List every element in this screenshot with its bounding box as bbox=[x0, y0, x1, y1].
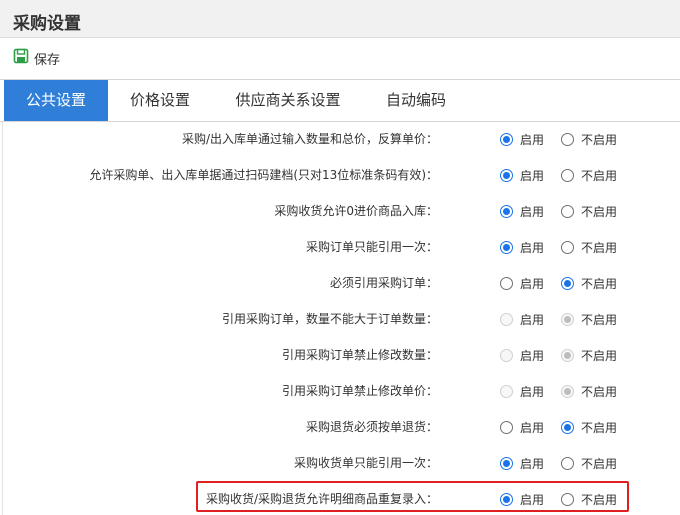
enable-radio[interactable] bbox=[500, 276, 513, 290]
disable-radio-label: 不启用 bbox=[581, 384, 618, 399]
enable-radio-label: 启用 bbox=[520, 348, 545, 363]
disable-radio-option: 不启用 bbox=[561, 311, 617, 327]
setting-label: 引用采购订单禁止修改单价： bbox=[281, 384, 438, 398]
disable-radio-option[interactable]: 不启用 bbox=[561, 203, 617, 219]
enable-radio-option[interactable]: 启用 bbox=[500, 239, 544, 255]
tab-common-settings[interactable]: 公共设置 bbox=[4, 80, 108, 121]
disable-radio-option[interactable]: 不启用 bbox=[561, 239, 617, 255]
disable-radio-option[interactable]: 不启用 bbox=[561, 419, 617, 435]
setting-row: 必须引用采购订单： 启用 不启用 bbox=[0, 265, 680, 301]
enable-radio-label: 启用 bbox=[520, 384, 545, 399]
disable-radio[interactable] bbox=[561, 276, 574, 290]
disable-radio-option: 不启用 bbox=[561, 383, 617, 399]
disable-radio[interactable] bbox=[561, 168, 574, 182]
setting-label: 采购收货允许0进价商品入库： bbox=[274, 204, 438, 218]
disable-radio-option[interactable]: 不启用 bbox=[561, 275, 617, 291]
tab-price-settings[interactable]: 价格设置 bbox=[110, 80, 210, 121]
enable-radio-label: 启用 bbox=[520, 132, 545, 147]
highlight-box bbox=[196, 481, 629, 512]
enable-radio bbox=[500, 348, 513, 362]
disable-radio[interactable] bbox=[561, 204, 574, 218]
page-title: 采购设置 bbox=[13, 14, 81, 34]
tab-auto-coding[interactable]: 自动编码 bbox=[366, 80, 466, 121]
disable-radio bbox=[561, 348, 574, 362]
enable-radio[interactable] bbox=[500, 204, 513, 218]
tab-supplier-relation-settings[interactable]: 供应商关系设置 bbox=[214, 80, 362, 121]
disable-radio[interactable] bbox=[561, 456, 574, 470]
enable-radio-option: 启用 bbox=[500, 347, 544, 363]
enable-radio-label: 启用 bbox=[520, 276, 545, 291]
save-button[interactable]: 保存 bbox=[13, 47, 60, 69]
setting-row: 采购收货单只能引用一次： 启用 不启用 bbox=[0, 445, 680, 481]
setting-label: 允许采购单、出入库单据通过扫码建档(只对13位标准条码有效)： bbox=[89, 168, 438, 182]
save-button-label: 保存 bbox=[34, 52, 61, 68]
setting-row: 引用采购订单禁止修改单价： 启用 不启用 bbox=[0, 373, 680, 409]
tab-bar: 公共设置 价格设置 供应商关系设置 自动编码 bbox=[0, 79, 680, 122]
enable-radio-option[interactable]: 启用 bbox=[500, 275, 544, 291]
disable-radio-label: 不启用 bbox=[581, 132, 618, 147]
disable-radio-label: 不启用 bbox=[581, 456, 618, 471]
enable-radio-option[interactable]: 启用 bbox=[500, 167, 544, 183]
enable-radio bbox=[500, 384, 513, 398]
setting-label: 采购退货必须按单退货： bbox=[305, 420, 438, 434]
enable-radio-option: 启用 bbox=[500, 383, 544, 399]
disable-radio[interactable] bbox=[561, 420, 574, 434]
enable-radio-option[interactable]: 启用 bbox=[500, 131, 544, 147]
enable-radio[interactable] bbox=[500, 132, 513, 146]
enable-radio-label: 启用 bbox=[520, 456, 545, 471]
disable-radio-label: 不启用 bbox=[581, 348, 618, 363]
enable-radio-option[interactable]: 启用 bbox=[500, 455, 544, 471]
enable-radio[interactable] bbox=[500, 168, 513, 182]
disable-radio bbox=[561, 312, 574, 326]
setting-row: 采购收货允许0进价商品入库： 启用 不启用 bbox=[0, 193, 680, 229]
setting-row: 允许采购单、出入库单据通过扫码建档(只对13位标准条码有效)： 启用 不启用 bbox=[0, 157, 680, 193]
enable-radio[interactable] bbox=[500, 240, 513, 254]
save-icon bbox=[13, 48, 29, 68]
disable-radio[interactable] bbox=[561, 240, 574, 254]
setting-label: 采购/出入库单通过输入数量和总价，反算单价： bbox=[181, 132, 438, 146]
enable-radio-option[interactable]: 启用 bbox=[500, 203, 544, 219]
setting-label: 必须引用采购订单： bbox=[329, 276, 438, 290]
enable-radio-option[interactable]: 启用 bbox=[500, 419, 544, 435]
setting-label: 引用采购订单，数量不能大于订单数量： bbox=[221, 312, 438, 326]
disable-radio-option[interactable]: 不启用 bbox=[561, 167, 617, 183]
enable-radio-label: 启用 bbox=[520, 312, 545, 327]
setting-label: 引用采购订单禁止修改数量： bbox=[281, 348, 438, 362]
disable-radio-label: 不启用 bbox=[581, 168, 618, 183]
disable-radio-label: 不启用 bbox=[581, 240, 618, 255]
disable-radio-label: 不启用 bbox=[581, 312, 618, 327]
disable-radio-label: 不启用 bbox=[581, 204, 618, 219]
enable-radio-label: 启用 bbox=[520, 168, 545, 183]
enable-radio[interactable] bbox=[500, 420, 513, 434]
enable-radio[interactable] bbox=[500, 456, 513, 470]
setting-row: 采购/出入库单通过输入数量和总价，反算单价： 启用 不启用 bbox=[0, 121, 680, 157]
page-header: 采购设置 bbox=[0, 0, 680, 38]
setting-row: 引用采购订单，数量不能大于订单数量： 启用 不启用 bbox=[0, 301, 680, 337]
disable-radio[interactable] bbox=[561, 132, 574, 146]
disable-radio bbox=[561, 384, 574, 398]
setting-label: 采购收货单只能引用一次： bbox=[293, 456, 438, 470]
toolbar: 保存 bbox=[0, 38, 680, 78]
enable-radio bbox=[500, 312, 513, 326]
enable-radio-label: 启用 bbox=[520, 420, 545, 435]
setting-label: 采购订单只能引用一次： bbox=[305, 240, 438, 254]
disable-radio-option: 不启用 bbox=[561, 347, 617, 363]
disable-radio-option[interactable]: 不启用 bbox=[561, 131, 617, 147]
enable-radio-option: 启用 bbox=[500, 311, 544, 327]
disable-radio-label: 不启用 bbox=[581, 276, 618, 291]
enable-radio-label: 启用 bbox=[520, 204, 545, 219]
setting-row: 采购订单只能引用一次： 启用 不启用 bbox=[0, 229, 680, 265]
disable-radio-option[interactable]: 不启用 bbox=[561, 455, 617, 471]
setting-row: 引用采购订单禁止修改数量： 启用 不启用 bbox=[0, 337, 680, 373]
disable-radio-label: 不启用 bbox=[581, 420, 618, 435]
enable-radio-label: 启用 bbox=[520, 240, 545, 255]
setting-row: 采购退货必须按单退货： 启用 不启用 bbox=[0, 409, 680, 445]
